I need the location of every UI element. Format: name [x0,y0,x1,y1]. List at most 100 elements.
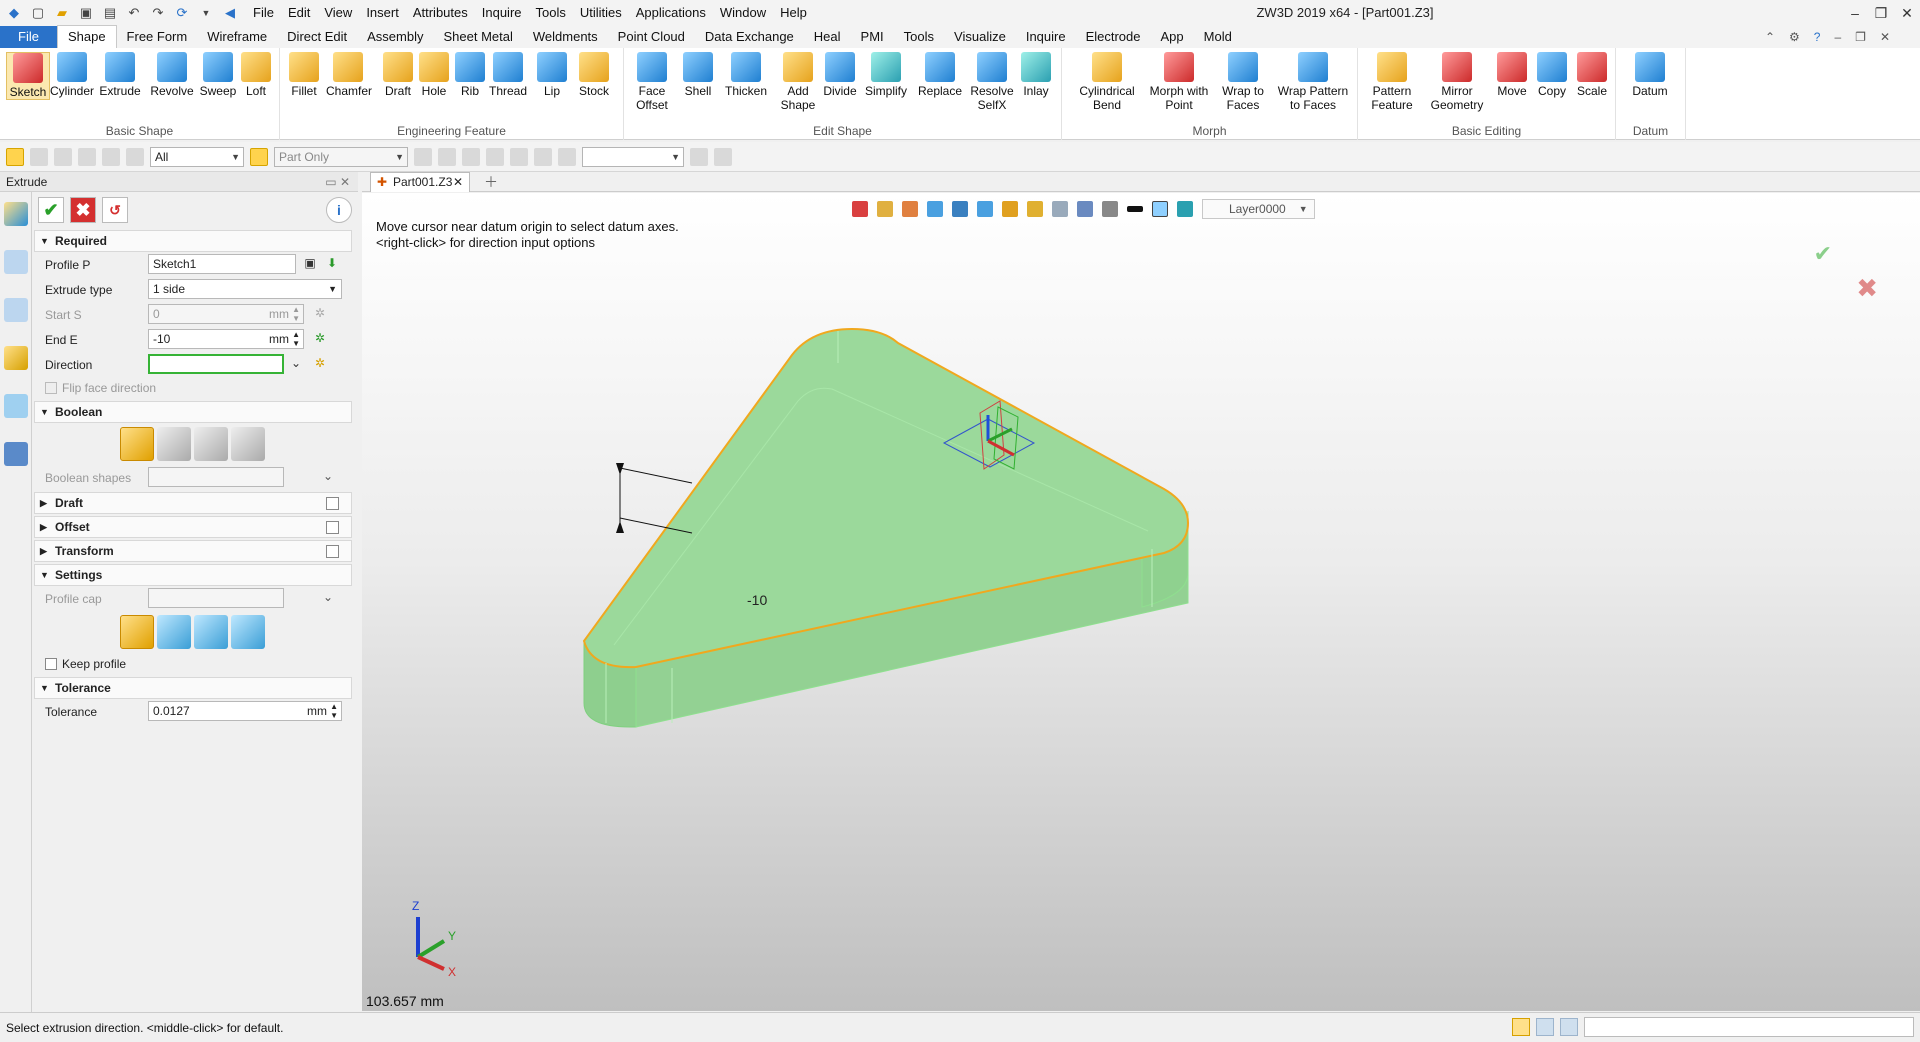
gear-icon[interactable]: ⚙ [1789,26,1800,48]
section-draft[interactable]: Draft [34,492,352,514]
tab-visualize[interactable]: Visualize [944,26,1016,48]
list-icon[interactable] [1560,1018,1578,1036]
open-file-icon[interactable]: ▰ [52,3,72,23]
filter-select[interactable]: All ▼ [150,146,244,167]
add-icon[interactable] [157,427,191,461]
menu-insert[interactable]: Insert [359,0,406,26]
double-chevron-down-icon[interactable]: ⌄ [320,469,336,485]
spinner-icon[interactable]: ▲ ▼ [292,330,300,348]
ok-check-icon[interactable]: ✔ [38,197,64,223]
input-mode-icon[interactable] [1512,1018,1530,1036]
pattern-feature-button[interactable]: Pattern Feature [1364,52,1420,112]
menu-attributes[interactable]: Attributes [406,0,475,26]
tab-direct-edit[interactable]: Direct Edit [277,26,357,48]
direction-pick-icon[interactable]: ✲ [312,356,328,372]
keep-profile-checkbox[interactable] [45,658,57,670]
move-button[interactable]: Move [1492,52,1532,98]
cursor-icon[interactable] [690,147,708,166]
spinner-icon[interactable]: ▲ ▼ [292,305,300,323]
menu-applications[interactable]: Applications [629,0,713,26]
pick-icon[interactable] [6,147,24,166]
align-left-icon[interactable] [462,147,480,166]
pin-close-icon[interactable]: ▭ ✕ [325,172,350,192]
loft-button[interactable]: Loft [234,52,278,98]
shell-button[interactable]: Shell [676,52,720,98]
tab-mold[interactable]: Mold [1194,26,1242,48]
restore-icon[interactable]: ❐ [1868,0,1894,26]
tolerance-field[interactable]: 0.0127 mm ▲ ▼ [148,701,342,721]
mirror-geometry-button[interactable]: Mirror Geometry [1424,52,1490,112]
start-field[interactable]: 0 mm ▲ ▼ [148,304,304,324]
offset-checkbox[interactable] [326,521,339,534]
draft-checkbox[interactable] [326,497,339,510]
tab-shape[interactable]: Shape [56,25,117,48]
datum-button[interactable]: Datum [1628,52,1672,98]
3d-viewport[interactable]: Move cursor near datum origin to select … [362,193,1920,1011]
menu-edit[interactable]: Edit [281,0,317,26]
menu-window[interactable]: Window [713,0,773,26]
cap-none-icon[interactable] [120,615,154,649]
tab-file[interactable]: File [0,26,57,48]
resolve-selfx-button[interactable]: Resolve SelfX [970,52,1014,112]
help-icon[interactable]: ? [1814,26,1821,48]
end-pick-icon[interactable]: ✲ [312,331,328,347]
undo-icon[interactable]: ↶ [124,3,144,23]
boolean-shapes-field[interactable] [148,467,284,487]
tab-tools[interactable]: Tools [894,26,944,48]
tab-wireframe[interactable]: Wireframe [197,26,277,48]
flip-checkbox[interactable] [45,382,57,394]
section-tolerance[interactable]: Tolerance [34,677,352,699]
menu-help[interactable]: Help [773,0,814,26]
wrap-to-faces-button[interactable]: Wrap to Faces [1218,52,1268,112]
tab-electrode[interactable]: Electrode [1076,26,1151,48]
add-shape-button[interactable]: Add Shape [776,52,820,112]
fillet-button[interactable]: Fillet [282,52,326,98]
morph-with-point-button[interactable]: Morph with Point [1146,52,1212,112]
chamfer-button[interactable]: Chamfer [326,52,372,98]
tab-point-cloud[interactable]: Point Cloud [608,26,695,48]
pin-icon[interactable] [534,147,552,166]
apply-icon[interactable]: ↺ [102,197,128,223]
tab-inquire[interactable]: Inquire [1016,26,1076,48]
restore-doc-icon[interactable]: ❐ [1855,26,1866,48]
pick-box-icon[interactable] [78,147,96,166]
tab-weldments[interactable]: Weldments [523,26,608,48]
extrude-type-select[interactable]: 1 side ▼ [148,279,342,299]
divide-button[interactable]: Divide [818,52,862,98]
start-pick-icon[interactable]: ✲ [312,306,328,322]
minimize-icon[interactable]: – [1842,0,1868,26]
cylinder-button[interactable]: Cylinder [50,52,94,98]
model-canvas[interactable] [362,193,1920,1011]
tab-sheet-metal[interactable]: Sheet Metal [434,26,523,48]
history-icon[interactable] [3,250,28,274]
close-doc-icon[interactable]: ✕ [1880,26,1890,48]
collapse-ribbon-icon[interactable]: ⌃ [1765,26,1775,48]
scope-select[interactable]: Part Only ▼ [274,146,408,167]
tab-data-exchange[interactable]: Data Exchange [695,26,804,48]
redo-icon[interactable]: ↷ [148,3,168,23]
feature-manager-icon[interactable] [3,202,28,226]
remove-icon[interactable] [194,427,228,461]
tab-pmi[interactable]: PMI [851,26,894,48]
copy-button[interactable]: Copy [1532,52,1572,98]
pick-edge-icon[interactable] [30,147,48,166]
stock-button[interactable]: Stock [572,52,616,98]
empty-select[interactable]: ▼ [582,146,684,167]
close-icon[interactable]: ✕ [1894,0,1920,26]
face-offset-button[interactable]: Face Offset [630,52,674,112]
close-tab-icon[interactable]: ✕ [453,173,463,191]
pick-line-icon[interactable] [54,147,72,166]
direction-input[interactable] [148,354,284,374]
lasso-icon[interactable] [102,147,120,166]
snap-grid-icon[interactable] [438,147,456,166]
user-icon[interactable] [3,442,28,466]
align-center-icon[interactable] [486,147,504,166]
transform-checkbox[interactable] [326,545,339,558]
cap-start-icon[interactable] [157,615,191,649]
chevron-down-icon[interactable]: ▼ [196,3,216,23]
doc-tab-part001[interactable]: ✚ Part001.Z3 ✕ [370,172,470,192]
base-icon[interactable] [120,427,154,461]
tab-heal[interactable]: Heal [804,26,851,48]
tab-assembly[interactable]: Assembly [357,26,433,48]
print-icon[interactable]: ▤ [100,3,120,23]
